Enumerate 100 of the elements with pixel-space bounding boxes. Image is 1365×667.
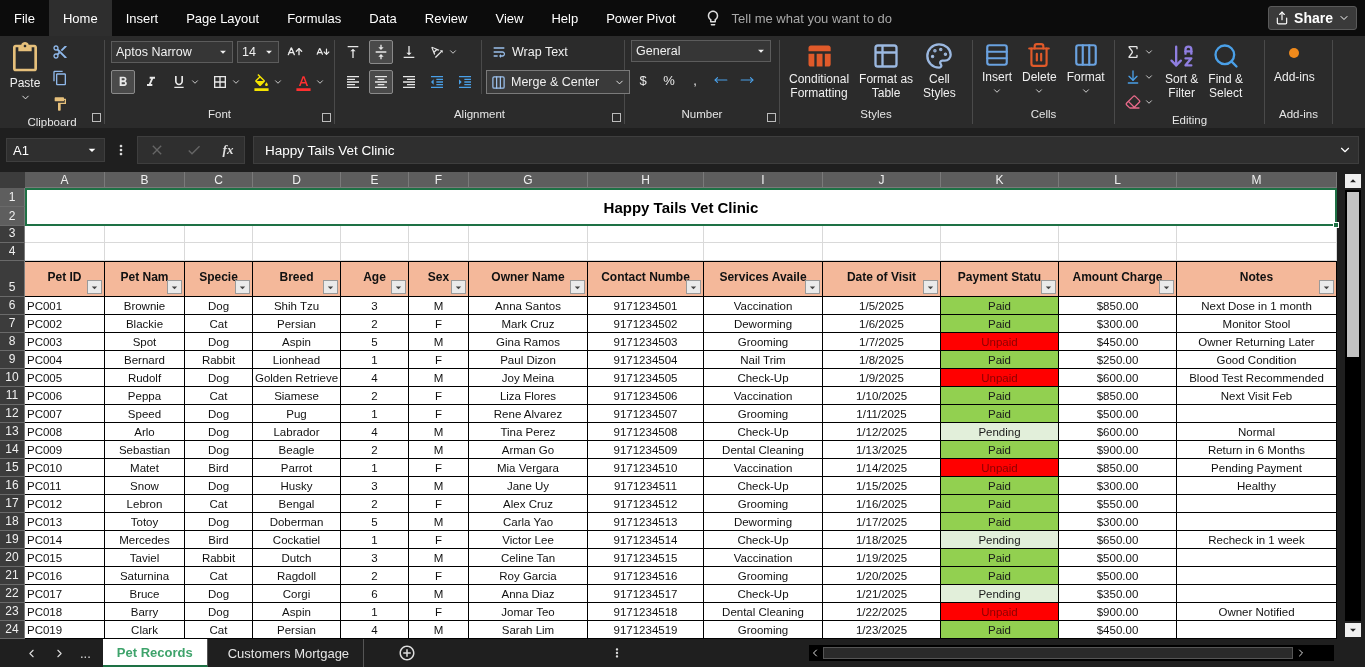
menu-tab[interactable]: Home: [48, 0, 112, 36]
column-letter[interactable]: M: [1177, 172, 1337, 188]
row-header[interactable]: 15: [0, 459, 25, 477]
styles-button[interactable]: Conditional Formatting: [786, 40, 853, 102]
styles-button[interactable]: Cell Styles: [920, 40, 959, 102]
menu-tab[interactable]: Data: [355, 0, 411, 36]
merge-center-button[interactable]: Merge & Center: [486, 70, 630, 94]
table-cell: Golden Retrieve: [253, 369, 341, 387]
editing-button[interactable]: Sort & Filter: [1162, 40, 1202, 102]
table-cell: 9171234502: [588, 315, 704, 333]
scroll-thumb[interactable]: [823, 647, 1293, 659]
row-header[interactable]: 9: [0, 351, 25, 369]
table-cell: $500.00: [1059, 405, 1177, 423]
table-cell: PC019: [25, 621, 105, 639]
palette-icon: [925, 42, 954, 70]
row-header[interactable]: 4: [0, 243, 25, 261]
status-cell: Paid: [941, 567, 1059, 585]
vertical-align-button[interactable]: [369, 40, 393, 64]
row-header[interactable]: 3: [0, 226, 25, 243]
row-header[interactable]: 10: [0, 369, 25, 387]
column-letter[interactable]: B: [105, 172, 185, 188]
table-cell: 4: [341, 621, 409, 639]
row-header[interactable]: 1: [0, 188, 25, 207]
column-letter[interactable]: J: [823, 172, 941, 188]
row-header[interactable]: 8: [0, 333, 25, 351]
column-letter[interactable]: I: [704, 172, 823, 188]
column-letter[interactable]: G: [469, 172, 588, 188]
menu-tab[interactable]: Review: [410, 0, 482, 36]
column-letter[interactable]: K: [941, 172, 1059, 188]
name-box[interactable]: A1: [6, 138, 105, 162]
row-header[interactable]: 11: [0, 387, 25, 405]
sheet-tab[interactable]: Customers Mortgage: [213, 639, 365, 667]
align-middle-icon: [373, 44, 389, 60]
table-cell: Persian: [253, 315, 341, 333]
column-letter[interactable]: L: [1059, 172, 1177, 188]
row-header[interactable]: 13: [0, 423, 25, 441]
add-ins-button[interactable]: Add-ins: [1271, 40, 1318, 86]
dialog-launcher-icon[interactable]: [612, 113, 621, 122]
column-letter[interactable]: D: [253, 172, 341, 188]
row-header[interactable]: 22: [0, 585, 25, 603]
row-header[interactable]: 7: [0, 315, 25, 333]
table-cell: 1: [341, 405, 409, 423]
font-size-field[interactable]: 14: [237, 41, 279, 63]
dialog-launcher-icon[interactable]: [92, 113, 101, 122]
cells-button[interactable]: Format: [1063, 40, 1108, 98]
menu-tab[interactable]: Page Layout: [172, 0, 274, 36]
number-format-button[interactable]: ,: [683, 68, 707, 92]
dialog-launcher-icon[interactable]: [322, 113, 331, 122]
share-button[interactable]: Share: [1268, 6, 1357, 30]
cells-button[interactable]: Delete: [1019, 40, 1060, 98]
styles-button[interactable]: Format as Table: [856, 40, 917, 102]
formula-field[interactable]: Happy Tails Vet Clinic: [253, 136, 1359, 164]
menu-tab[interactable]: File: [0, 0, 49, 36]
row-header[interactable]: 6: [0, 297, 25, 315]
number-format-button[interactable]: %: [657, 68, 681, 92]
column-letter[interactable]: C: [185, 172, 253, 188]
horizontal-align-button[interactable]: [369, 70, 393, 94]
insert-function-button[interactable]: fx: [222, 142, 234, 158]
search-field[interactable]: Tell me what you want to do: [731, 10, 892, 26]
vertical-scrollbar[interactable]: [1344, 190, 1361, 621]
group-label: Editing: [1171, 114, 1208, 126]
horizontal-scrollbar[interactable]: [809, 645, 1334, 661]
row-header[interactable]: 20: [0, 549, 25, 567]
row-header[interactable]: 24: [0, 621, 25, 639]
column-letter[interactable]: E: [341, 172, 409, 188]
number-format-field[interactable]: General: [631, 40, 771, 62]
menu-tab[interactable]: Power Pivot: [592, 0, 690, 36]
row-header[interactable]: 12: [0, 405, 25, 423]
row-header[interactable]: 17: [0, 495, 25, 513]
menu-tab[interactable]: View: [481, 0, 538, 36]
bold-button[interactable]: [111, 70, 135, 94]
menu-tab[interactable]: Insert: [111, 0, 173, 36]
wrap-text-button[interactable]: Wrap Text: [486, 40, 630, 64]
paste-button[interactable]: Paste: [6, 40, 44, 105]
row-header[interactable]: 21: [0, 567, 25, 585]
scroll-down-button[interactable]: [1344, 623, 1361, 637]
scroll-thumb[interactable]: [1346, 192, 1359, 357]
row-header[interactable]: 5: [0, 261, 25, 297]
column-letter[interactable]: H: [588, 172, 704, 188]
more-sheets-button[interactable]: ...: [80, 645, 91, 661]
font-name-field[interactable]: Aptos Narrow: [111, 41, 233, 63]
column-letter[interactable]: F: [409, 172, 469, 188]
cells-button[interactable]: Insert: [979, 40, 1015, 98]
table-cell: PC006: [25, 387, 105, 405]
row-header[interactable]: 18: [0, 513, 25, 531]
row-header[interactable]: 14: [0, 441, 25, 459]
menu-tab[interactable]: Formulas: [273, 0, 356, 36]
row-header[interactable]: 2: [0, 207, 25, 226]
fill-handle[interactable]: [1333, 222, 1339, 228]
dialog-launcher-icon[interactable]: [767, 113, 776, 122]
scroll-up-button[interactable]: [1344, 174, 1361, 188]
menu-tab[interactable]: Help: [537, 0, 593, 36]
table-cell: PC011: [25, 477, 105, 495]
editing-button[interactable]: Find & Select: [1205, 40, 1247, 102]
row-header[interactable]: 16: [0, 477, 25, 495]
row-header[interactable]: 19: [0, 531, 25, 549]
row-header[interactable]: 23: [0, 603, 25, 621]
table-cell: Dog: [185, 585, 253, 603]
column-letter[interactable]: A: [25, 172, 105, 188]
number-format-button[interactable]: $: [631, 68, 655, 92]
